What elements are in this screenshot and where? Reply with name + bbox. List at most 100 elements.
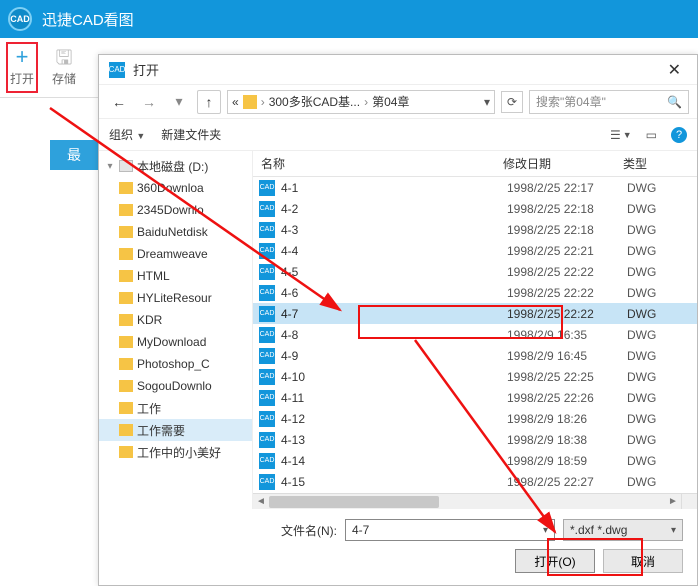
file-date: 1998/2/9 16:45	[507, 349, 627, 363]
file-row[interactable]: CAD4-151998/2/25 22:27DWG	[253, 471, 697, 492]
filetype-filter[interactable]: *.dxf *.dwg ▾	[563, 519, 683, 541]
tree-label: HTML	[137, 269, 170, 283]
file-row[interactable]: CAD4-11998/2/25 22:17DWG	[253, 177, 697, 198]
file-row[interactable]: CAD4-31998/2/25 22:18DWG	[253, 219, 697, 240]
file-row[interactable]: CAD4-111998/2/25 22:26DWG	[253, 387, 697, 408]
tree-item[interactable]: 工作	[99, 397, 252, 419]
file-name: 4-2	[281, 202, 507, 216]
open-button[interactable]: + 打开	[6, 42, 38, 93]
tree-item[interactable]: 工作中的小美好	[99, 441, 252, 463]
cad-file-icon: CAD	[259, 327, 275, 343]
tree-item[interactable]: Photoshop_C	[99, 353, 252, 375]
plus-icon: +	[16, 46, 29, 68]
file-row[interactable]: CAD4-61998/2/25 22:22DWG	[253, 282, 697, 303]
open-dialog: CAD 打开 ✕ ← → ▾ ↑ « › 300多张CAD基... › 第04章…	[98, 54, 698, 586]
breadcrumb-seg-1[interactable]: 第04章	[372, 93, 409, 110]
folder-icon	[119, 380, 133, 392]
organize-menu[interactable]: 组织 ▼	[109, 126, 145, 143]
folder-icon	[119, 182, 133, 194]
refresh-button[interactable]: ⟳	[501, 91, 523, 113]
view-mode-button[interactable]: ☰ ▼	[610, 128, 632, 142]
file-row[interactable]: CAD4-51998/2/25 22:22DWG	[253, 261, 697, 282]
help-button[interactable]: ?	[671, 127, 687, 143]
file-row[interactable]: CAD4-81998/2/9 16:35DWG	[253, 324, 697, 345]
chevron-down-icon[interactable]: ▾	[671, 525, 676, 536]
cad-file-icon: CAD	[259, 264, 275, 280]
nav-back-button[interactable]: ←	[107, 90, 131, 114]
col-type[interactable]: 类型	[623, 155, 683, 172]
tree-label: 工作	[137, 400, 161, 417]
dialog-icon: CAD	[109, 62, 125, 78]
tree-item[interactable]: BaiduNetdisk	[99, 221, 252, 243]
nav-forward-button[interactable]: →	[137, 90, 161, 114]
tree-item[interactable]: 工作需要	[99, 419, 252, 441]
scroll-left-icon[interactable]: ◄	[253, 496, 269, 507]
search-input[interactable]: 搜索"第04章" 🔍	[529, 90, 689, 114]
nav-history-dropdown[interactable]: ▾	[167, 90, 191, 114]
file-list-rows[interactable]: CAD4-11998/2/25 22:17DWGCAD4-21998/2/25 …	[253, 177, 697, 493]
tree-item[interactable]: 2345Downlo	[99, 199, 252, 221]
file-date: 1998/2/25 22:26	[507, 391, 627, 405]
scroll-track[interactable]	[269, 495, 665, 509]
list-header[interactable]: 名称 修改日期 类型	[253, 151, 697, 177]
file-row[interactable]: CAD4-121998/2/9 18:26DWG	[253, 408, 697, 429]
file-date: 1998/2/25 22:18	[507, 223, 627, 237]
tree-item[interactable]: Dreamweave	[99, 243, 252, 265]
file-row[interactable]: CAD4-71998/2/25 22:22DWG	[253, 303, 697, 324]
dialog-nav: ← → ▾ ↑ « › 300多张CAD基... › 第04章 ▾ ⟳ 搜索"第…	[99, 85, 697, 119]
tree-item[interactable]: HYLiteResour	[99, 287, 252, 309]
file-type: DWG	[627, 286, 687, 300]
new-folder-button[interactable]: 新建文件夹	[161, 126, 221, 143]
file-type: DWG	[627, 223, 687, 237]
file-row[interactable]: CAD4-41998/2/25 22:21DWG	[253, 240, 697, 261]
file-row[interactable]: CAD4-141998/2/9 18:59DWG	[253, 450, 697, 471]
col-date[interactable]: 修改日期	[503, 155, 623, 172]
breadcrumb-seg-0[interactable]: 300多张CAD基...	[269, 93, 360, 110]
file-date: 1998/2/25 22:17	[507, 181, 627, 195]
tree-label: HYLiteResour	[137, 291, 212, 305]
file-row[interactable]: CAD4-131998/2/9 18:38DWG	[253, 429, 697, 450]
folder-icon	[119, 226, 133, 238]
tree-item[interactable]: 360Downloa	[99, 177, 252, 199]
tree-item[interactable]: MyDownload	[99, 331, 252, 353]
breadcrumb-dropdown-icon[interactable]: ▾	[484, 95, 490, 109]
file-name: 4-7	[281, 307, 507, 321]
cancel-button[interactable]: 取消	[603, 549, 683, 573]
save-button[interactable]: 🖫 存储	[48, 48, 80, 87]
file-row[interactable]: CAD4-101998/2/25 22:25DWG	[253, 366, 697, 387]
tree-label: BaiduNetdisk	[137, 225, 208, 239]
search-icon: 🔍	[667, 95, 682, 109]
cad-file-icon: CAD	[259, 201, 275, 217]
nav-up-button[interactable]: ↑	[197, 90, 221, 114]
open-confirm-button[interactable]: 打开(O)	[515, 549, 595, 573]
file-type: DWG	[627, 433, 687, 447]
preview-pane-button[interactable]: ▭	[646, 128, 657, 142]
folder-icon	[119, 336, 133, 348]
filename-input[interactable]: 4-7 ▾	[345, 519, 555, 541]
file-row[interactable]: CAD4-21998/2/25 22:18DWG	[253, 198, 697, 219]
chevron-down-icon[interactable]: ▾	[543, 525, 548, 536]
file-type: DWG	[627, 391, 687, 405]
scroll-right-icon[interactable]: ►	[665, 496, 681, 507]
file-row[interactable]: CAD4-91998/2/9 16:45DWG	[253, 345, 697, 366]
horizontal-scrollbar[interactable]: ◄ ►	[253, 493, 681, 509]
folder-icon	[243, 95, 257, 109]
tree-item[interactable]: ▾本地磁盘 (D:)	[99, 155, 252, 177]
folder-tree[interactable]: ▾本地磁盘 (D:)360Downloa2345Downlo BaiduNetdi…	[99, 151, 253, 509]
file-date: 1998/2/9 18:26	[507, 412, 627, 426]
file-name: 4-5	[281, 265, 507, 279]
tree-label: 工作中的小美好	[137, 444, 221, 461]
drive-icon	[119, 160, 133, 172]
close-button[interactable]: ✕	[662, 60, 687, 80]
col-name[interactable]: 名称	[253, 155, 503, 172]
cad-file-icon: CAD	[259, 453, 275, 469]
file-name: 4-1	[281, 181, 507, 195]
scroll-thumb[interactable]	[269, 496, 439, 508]
tree-item[interactable]: KDR	[99, 309, 252, 331]
tree-item[interactable]: HTML	[99, 265, 252, 287]
tree-item[interactable]: SogouDownlo	[99, 375, 252, 397]
file-type: DWG	[627, 328, 687, 342]
breadcrumb[interactable]: « › 300多张CAD基... › 第04章 ▾	[227, 90, 495, 114]
file-name: 4-10	[281, 370, 507, 384]
file-name: 4-3	[281, 223, 507, 237]
